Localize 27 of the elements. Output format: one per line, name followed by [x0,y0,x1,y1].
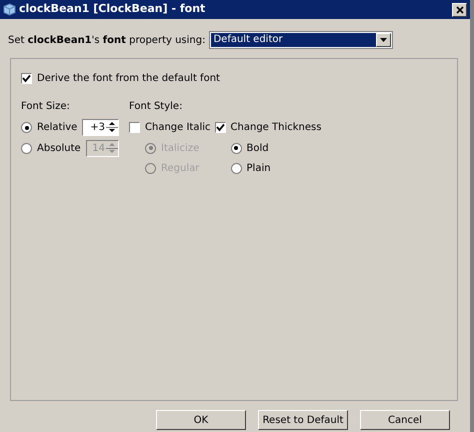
radio-label: Bold [246,142,269,156]
checkbox[interactable] [129,122,140,133]
dropdown-arrow-icon [380,38,388,42]
editor-label: Set clockBean1's font property using: [8,34,206,48]
dialog-button[interactable]: Reset to Default [258,410,348,430]
radio-button[interactable] [230,162,242,174]
spinner-arrows-icon[interactable] [106,120,118,135]
close-button[interactable] [452,2,467,16]
checkbox[interactable] [214,122,226,133]
radio-button[interactable] [230,142,242,154]
window-icon [3,3,16,16]
radio-label: Plain [246,162,271,176]
checkbox-label: Change Italic [145,121,211,135]
radio-label: Absolute [37,142,81,156]
close-icon [456,6,464,14]
dialog-button[interactable]: OK [156,410,246,430]
number-spinner[interactable]: +3 [82,119,119,136]
radio-label: Relative [37,121,78,135]
radio-button[interactable] [21,122,32,133]
section-heading: Font Style: [129,100,184,114]
window-title: clockBean1 [ClockBean] - font [19,1,206,18]
checkbox-label: Change Thickness [230,121,322,135]
checkbox-label: Derive the font from the default font [37,72,220,86]
section-heading: Font Size: [21,100,71,114]
editor-dropdown[interactable]: Default editor [209,31,394,49]
checkbox[interactable] [21,72,32,84]
dialog-button[interactable]: Cancel [360,410,450,430]
